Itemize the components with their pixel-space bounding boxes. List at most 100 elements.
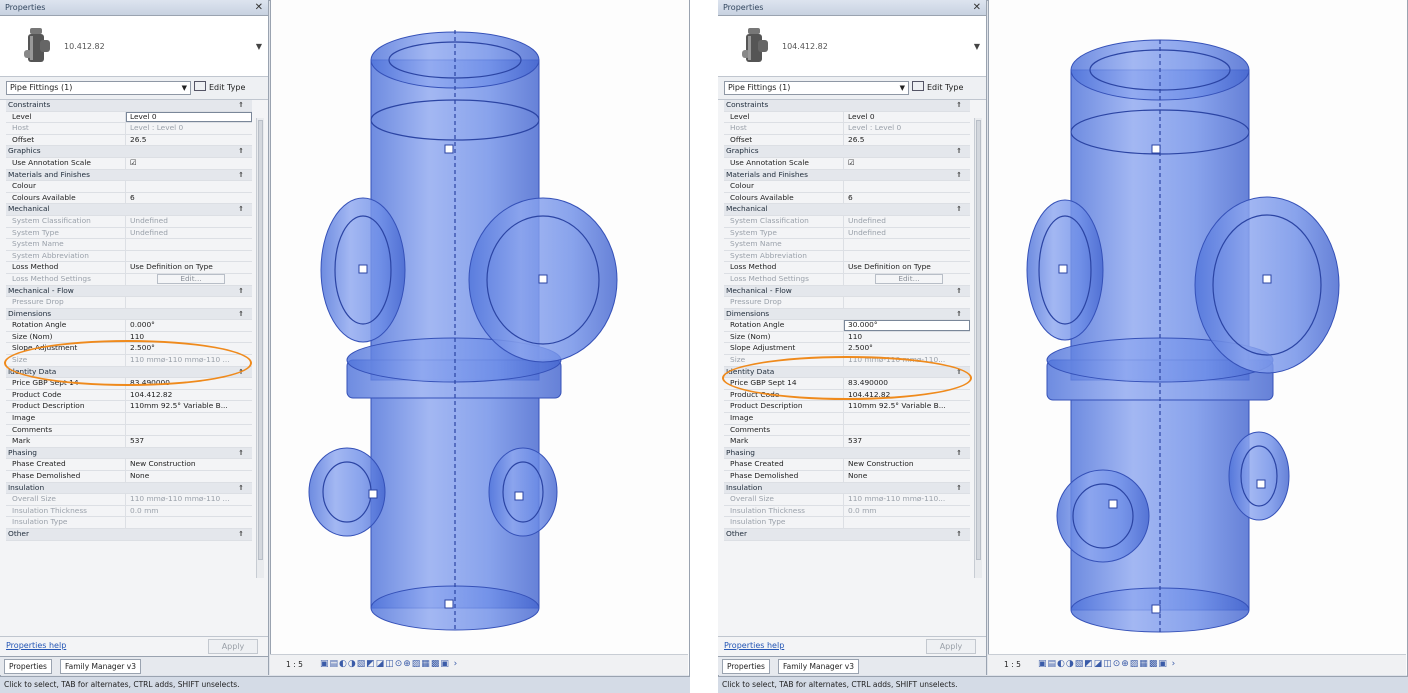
collapse-toggle-icon[interactable]: ⇑ <box>956 483 970 494</box>
property-row[interactable]: Rotation Angle 0.000° <box>6 320 252 332</box>
property-group-header[interactable]: Mechanical ⇑ <box>6 204 252 216</box>
tab-properties[interactable]: Properties <box>722 659 770 674</box>
property-row[interactable]: Use Annotation Scale ☑ <box>724 157 970 170</box>
property-value[interactable]: 26.5 <box>126 135 252 146</box>
property-row[interactable]: Comments <box>6 424 252 437</box>
view-scale[interactable]: 1 : 5 <box>286 660 303 669</box>
edit-type-button[interactable]: Edit Type <box>912 81 963 93</box>
property-row[interactable]: System Classification Undefined <box>6 215 252 228</box>
property-row[interactable]: Mark 537 <box>724 436 970 448</box>
collapse-toggle-icon[interactable]: ⇑ <box>238 448 252 459</box>
property-row[interactable]: Product Description 110mm 92.5° Variable … <box>6 401 252 414</box>
property-value[interactable]: None <box>126 471 252 482</box>
property-value[interactable]: ☑ <box>126 158 252 169</box>
property-value[interactable]: 6 <box>844 193 970 204</box>
property-value[interactable] <box>126 425 252 436</box>
property-value[interactable] <box>844 425 970 436</box>
property-group-header[interactable]: Materials and Finishes ⇑ <box>724 169 970 182</box>
property-row[interactable]: Product Code 104.412.82 <box>6 389 252 402</box>
property-row[interactable]: System Name <box>724 239 970 251</box>
property-row[interactable]: Size (Nom) 110 <box>724 331 970 344</box>
property-value[interactable]: 26.5 <box>844 135 970 146</box>
property-row[interactable]: Phase Demolished None <box>724 471 970 483</box>
property-group-header[interactable]: Dimensions ⇑ <box>724 308 970 321</box>
property-group-header[interactable]: Mechanical - Flow ⇑ <box>724 285 970 298</box>
close-icon[interactable]: ✕ <box>973 0 981 15</box>
property-value[interactable]: Use Definition on Type <box>844 262 970 273</box>
collapse-toggle-icon[interactable]: ⇑ <box>956 170 970 181</box>
tab-family-manager[interactable]: Family Manager v3 <box>778 659 859 674</box>
collapse-toggle-icon[interactable]: ⇑ <box>956 100 970 111</box>
property-row[interactable]: Host Level : Level 0 <box>6 123 252 135</box>
property-row[interactable]: Colour <box>724 181 970 193</box>
property-value[interactable]: 110mm 92.5° Variable B... <box>844 401 970 412</box>
collapse-toggle-icon[interactable]: ⇑ <box>238 309 252 320</box>
property-row[interactable]: Phase Demolished None <box>6 471 252 483</box>
property-row[interactable]: Product Description 110mm 92.5° Variable … <box>724 401 970 414</box>
selection-filter-dropdown[interactable]: Pipe Fittings (1) ▼ <box>724 81 909 95</box>
property-row[interactable]: Loss Method Settings Edit... <box>6 273 252 286</box>
property-value[interactable]: 110 <box>844 332 970 343</box>
property-value[interactable]: 537 <box>844 436 970 447</box>
pipe-fitting-3d-model[interactable] <box>989 0 1407 654</box>
view-control-icons[interactable]: ▣▤◐◑▧◩◪◫⊙⊕▨▦▩▣ › <box>1038 659 1176 669</box>
property-row[interactable]: Insulation Type <box>6 517 252 529</box>
property-value[interactable]: 537 <box>126 436 252 447</box>
collapse-toggle-icon[interactable]: ⇑ <box>956 309 970 320</box>
collapse-toggle-icon[interactable]: ⇑ <box>956 146 970 157</box>
chevron-down-icon[interactable]: ▼ <box>974 42 980 51</box>
property-row[interactable]: Image <box>6 413 252 425</box>
property-row[interactable]: System Type Undefined <box>724 227 970 240</box>
property-value[interactable]: 30.000° <box>844 320 970 331</box>
type-selector[interactable]: 10.412.82 ▼ <box>0 16 268 77</box>
property-row[interactable]: Offset 26.5 <box>724 134 970 147</box>
property-group-header[interactable]: Insulation ⇑ <box>6 482 252 495</box>
collapse-toggle-icon[interactable]: ⇑ <box>238 146 252 157</box>
collapse-toggle-icon[interactable]: ⇑ <box>956 448 970 459</box>
scrollbar-thumb[interactable] <box>976 120 981 560</box>
collapse-toggle-icon[interactable]: ⇑ <box>956 529 970 540</box>
property-row[interactable]: Phase Created New Construction <box>6 459 252 471</box>
property-group-header[interactable]: Mechanical ⇑ <box>724 204 970 216</box>
property-group-header[interactable]: Insulation ⇑ <box>724 482 970 495</box>
property-value[interactable] <box>844 181 970 192</box>
property-value[interactable] <box>126 413 252 424</box>
property-row[interactable]: Use Annotation Scale ☑ <box>6 157 252 170</box>
property-row[interactable]: System Name <box>6 239 252 251</box>
property-group-header[interactable]: Graphics ⇑ <box>6 146 252 158</box>
property-group-header[interactable]: Materials and Finishes ⇑ <box>6 169 252 182</box>
property-row[interactable]: Overall Size 110 mmø-110 mmø-110 ... <box>6 494 252 506</box>
view-control-icons[interactable]: ▣▤◐◑▧◩◪◫⊙⊕▨▦▩▣ › <box>320 659 458 669</box>
property-row[interactable]: Loss Method Settings Edit... <box>724 273 970 286</box>
apply-button[interactable]: Apply <box>208 639 258 654</box>
property-value[interactable]: Use Definition on Type <box>126 262 252 273</box>
property-value[interactable] <box>126 181 252 192</box>
property-row[interactable]: Pressure Drop <box>724 297 970 309</box>
collapse-toggle-icon[interactable]: ⇑ <box>238 483 252 494</box>
collapse-toggle-icon[interactable]: ⇑ <box>238 204 252 215</box>
property-row[interactable]: Level Level 0 <box>6 111 252 124</box>
property-row[interactable]: Mark 537 <box>6 436 252 448</box>
collapse-toggle-icon[interactable]: ⇑ <box>238 100 252 111</box>
property-row[interactable]: Phase Created New Construction <box>724 459 970 471</box>
property-row[interactable]: System Classification Undefined <box>724 215 970 228</box>
property-row[interactable]: Rotation Angle 30.000° <box>724 320 970 332</box>
property-value[interactable] <box>844 413 970 424</box>
collapse-toggle-icon[interactable]: ⇑ <box>956 204 970 215</box>
property-row[interactable]: System Abbreviation <box>724 250 970 263</box>
property-row[interactable]: Colours Available 6 <box>6 192 252 205</box>
pipe-fitting-3d-model[interactable] <box>271 0 689 654</box>
property-group-header[interactable]: Other ⇑ <box>724 528 970 541</box>
property-row[interactable]: Comments <box>724 424 970 437</box>
view-scale[interactable]: 1 : 5 <box>1004 660 1021 669</box>
property-value[interactable]: Level 0 <box>844 112 970 123</box>
property-scrollbar[interactable] <box>974 118 982 578</box>
edit-type-button[interactable]: Edit Type <box>194 81 245 93</box>
properties-help-link[interactable]: Properties help <box>6 641 66 650</box>
collapse-toggle-icon[interactable]: ⇑ <box>238 286 252 297</box>
property-value[interactable]: Level 0 <box>126 111 252 123</box>
apply-button[interactable]: Apply <box>926 639 976 654</box>
properties-help-link[interactable]: Properties help <box>724 641 784 650</box>
3d-view-canvas[interactable] <box>988 0 1407 675</box>
property-row[interactable]: Offset 26.5 <box>6 134 252 147</box>
